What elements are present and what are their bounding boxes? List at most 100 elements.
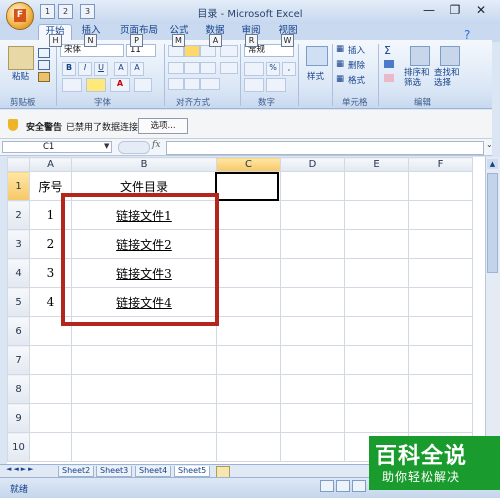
cell-d5[interactable]: [280, 287, 345, 317]
row-header-2[interactable]: 2: [7, 200, 30, 230]
styles-button[interactable]: 样式: [307, 70, 324, 82]
row-header-10[interactable]: 10: [7, 432, 30, 462]
column-header-e[interactable]: E: [344, 157, 409, 172]
orientation-icon[interactable]: [220, 45, 238, 57]
sheet-tab-sheet3[interactable]: Sheet3: [96, 466, 133, 477]
cell-d1[interactable]: [280, 171, 345, 201]
formula-zoom-icon[interactable]: [118, 141, 150, 154]
cell-f1[interactable]: [408, 171, 473, 201]
cell-d6[interactable]: [280, 316, 345, 346]
cell-f6[interactable]: [408, 316, 473, 346]
comma-button[interactable]: ,: [282, 62, 296, 76]
cell-c10[interactable]: [216, 432, 281, 462]
bold-button[interactable]: B: [62, 62, 76, 76]
name-box[interactable]: C1: [2, 141, 112, 153]
cell-e1[interactable]: [344, 171, 409, 201]
cell-d2[interactable]: [280, 200, 345, 230]
normal-view-icon[interactable]: [320, 480, 334, 492]
cut-icon[interactable]: [38, 48, 50, 58]
sheet-nav-icons[interactable]: ◄◄►►: [6, 465, 36, 473]
cell-c6[interactable]: [216, 316, 281, 346]
close-button[interactable]: ✕: [470, 2, 492, 19]
find-select-button[interactable]: 查找和 选择: [434, 68, 460, 88]
delete-cells-button[interactable]: 删除: [348, 59, 365, 71]
cell-c5[interactable]: [216, 287, 281, 317]
cell-b9[interactable]: [71, 403, 217, 433]
row-header-7[interactable]: 7: [7, 345, 30, 375]
cell-a7[interactable]: [29, 345, 72, 375]
options-button[interactable]: 选项...: [138, 118, 188, 134]
minimize-button[interactable]: —: [418, 2, 440, 19]
autosum-button[interactable]: Σ: [384, 44, 391, 57]
row-header-3[interactable]: 3: [7, 229, 30, 259]
cell-f3[interactable]: [408, 229, 473, 259]
decrease-decimal-icon[interactable]: [266, 78, 286, 92]
qat-undo-button[interactable]: 2: [58, 4, 73, 19]
formula-input[interactable]: [166, 141, 484, 155]
cell-a9[interactable]: [29, 403, 72, 433]
cell-e9[interactable]: [344, 403, 409, 433]
sheet-tab-sheet5[interactable]: Sheet5: [174, 466, 211, 477]
cell-b10[interactable]: [71, 432, 217, 462]
row-header-9[interactable]: 9: [7, 403, 30, 433]
font-color-button[interactable]: A: [110, 78, 130, 92]
cell-f2[interactable]: [408, 200, 473, 230]
italic-button[interactable]: I: [78, 62, 92, 76]
cell-c8[interactable]: [216, 374, 281, 404]
restore-button[interactable]: ❐: [444, 2, 466, 19]
grow-font-button[interactable]: A: [114, 62, 128, 76]
cell-d10[interactable]: [280, 432, 345, 462]
select-all-corner[interactable]: [7, 157, 30, 172]
cell-f8[interactable]: [408, 374, 473, 404]
cell-c4[interactable]: [216, 258, 281, 288]
column-header-a[interactable]: A: [29, 157, 72, 172]
cell-d4[interactable]: [280, 258, 345, 288]
qat-save-button[interactable]: 1: [40, 4, 55, 19]
format-cells-button[interactable]: 格式: [348, 74, 365, 86]
format-painter-icon[interactable]: [38, 72, 50, 82]
align-middle-icon[interactable]: [184, 45, 200, 57]
column-header-c[interactable]: C: [216, 157, 281, 172]
cell-e8[interactable]: [344, 374, 409, 404]
align-right-icon[interactable]: [200, 62, 216, 74]
clear-icon[interactable]: [384, 74, 394, 82]
borders-icon[interactable]: [62, 78, 82, 92]
cell-d9[interactable]: [280, 403, 345, 433]
cell-f5[interactable]: [408, 287, 473, 317]
office-button[interactable]: F: [6, 2, 34, 30]
phonetic-icon[interactable]: [134, 78, 152, 92]
cell-b8[interactable]: [71, 374, 217, 404]
column-header-d[interactable]: D: [280, 157, 345, 172]
page-break-view-icon[interactable]: [352, 480, 366, 492]
cell-f4[interactable]: [408, 258, 473, 288]
row-header-4[interactable]: 4: [7, 258, 30, 288]
help-icon[interactable]: ?: [464, 28, 470, 42]
cell-c9[interactable]: [216, 403, 281, 433]
cell-e2[interactable]: [344, 200, 409, 230]
sheet-tab-sheet4[interactable]: Sheet4: [135, 466, 172, 477]
column-header-f[interactable]: F: [408, 157, 473, 172]
name-box-dropdown-icon[interactable]: ▼: [104, 142, 109, 150]
paste-button[interactable]: 粘贴: [12, 70, 29, 82]
cell-f7[interactable]: [408, 345, 473, 375]
increase-indent-icon[interactable]: [184, 78, 200, 90]
scroll-up-icon[interactable]: ▲: [487, 159, 498, 169]
cell-a8[interactable]: [29, 374, 72, 404]
row-header-8[interactable]: 8: [7, 374, 30, 404]
cell-c7[interactable]: [216, 345, 281, 375]
cell-e7[interactable]: [344, 345, 409, 375]
vertical-scrollbar[interactable]: ▲: [485, 157, 500, 464]
copy-icon[interactable]: [38, 60, 50, 70]
insert-cells-button[interactable]: 插入: [348, 44, 365, 56]
cell-d3[interactable]: [280, 229, 345, 259]
sort-filter-button[interactable]: 排序和 筛选: [404, 68, 430, 88]
qat-redo-button[interactable]: 3: [80, 4, 95, 19]
align-left-icon[interactable]: [168, 62, 184, 74]
row-header-1[interactable]: 1: [7, 171, 30, 201]
cell-e6[interactable]: [344, 316, 409, 346]
fill-icon[interactable]: [384, 60, 394, 68]
percent-button[interactable]: %: [266, 62, 280, 76]
merge-center-icon[interactable]: [220, 62, 238, 74]
cell-c3[interactable]: [216, 229, 281, 259]
wrap-text-icon[interactable]: [200, 78, 220, 90]
